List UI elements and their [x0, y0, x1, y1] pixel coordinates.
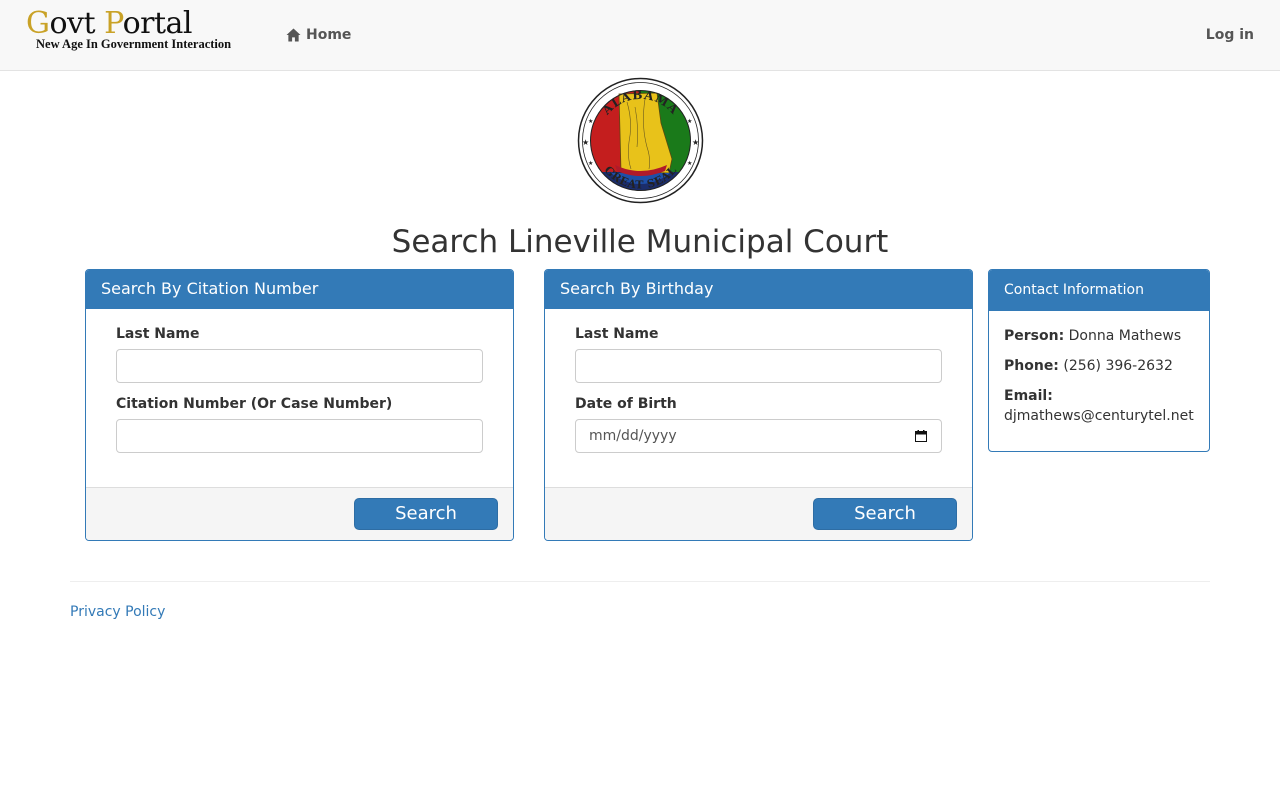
navbar: Govt Portal New Age In Government Intera… — [0, 0, 1280, 71]
svg-text:★: ★ — [588, 118, 593, 125]
contact-person: Person: Donna Mathews — [1004, 326, 1194, 346]
contact-email: Email: djmathews@centurytel.net — [1004, 386, 1194, 426]
date-of-birth-placeholder: mm/dd/yyyy — [589, 428, 677, 444]
citation-search-button[interactable]: Search — [354, 498, 498, 530]
brand-title-ortal: ortal — [122, 6, 193, 41]
contact-info-panel: Contact Information Person: Donna Mathew… — [988, 269, 1210, 452]
birthday-search-panel: Search By Birthday Last Name Date of Bir… — [544, 269, 973, 541]
date-of-birth-input[interactable]: mm/dd/yyyy — [575, 419, 942, 453]
birthday-last-name-label: Last Name — [575, 326, 659, 342]
contact-phone-label: Phone: — [1004, 358, 1059, 374]
nav-home-label: Home — [306, 27, 352, 43]
brand-title-p: P — [104, 6, 123, 41]
svg-text:★: ★ — [692, 138, 699, 147]
citation-panel-heading: Search By Citation Number — [86, 270, 513, 309]
contact-email-label: Email: — [1004, 388, 1053, 404]
citation-number-label: Citation Number (Or Case Number) — [116, 396, 393, 412]
svg-text:★: ★ — [588, 160, 593, 167]
home-icon — [286, 28, 301, 42]
contact-phone: Phone: (256) 396-2632 — [1004, 356, 1194, 376]
page-title: Search Lineville Municipal Court — [391, 224, 889, 260]
citation-number-input[interactable] — [116, 419, 483, 453]
svg-text:★: ★ — [582, 138, 589, 147]
date-of-birth-label: Date of Birth — [575, 396, 677, 412]
birthday-search-button[interactable]: Search — [813, 498, 957, 530]
svg-text:★: ★ — [687, 118, 692, 125]
citation-panel-footer: Search — [86, 487, 513, 540]
citation-last-name-input[interactable] — [116, 349, 483, 383]
citation-search-panel: Search By Citation Number Last Name Cita… — [85, 269, 514, 541]
brand-logo[interactable]: Govt Portal New Age In Government Intera… — [26, 6, 256, 56]
svg-text:★: ★ — [687, 160, 692, 167]
brand-title-ovt: ovt — [49, 6, 105, 41]
contact-email-value: djmathews@centurytel.net — [1004, 408, 1194, 424]
privacy-policy-link[interactable]: Privacy Policy — [70, 603, 165, 621]
citation-last-name-label: Last Name — [116, 326, 200, 342]
contact-phone-value: (256) 396-2632 — [1063, 358, 1173, 374]
footer-divider — [70, 581, 1210, 582]
brand-title-g: G — [26, 6, 50, 41]
birthday-last-name-input[interactable] — [575, 349, 942, 383]
nav-home-link[interactable]: Home — [286, 24, 351, 46]
alabama-seal-image: ALABAMA GREAT SEAL ★ ★ ★ ★ ★ ★ — [577, 77, 704, 204]
calendar-icon[interactable] — [915, 430, 927, 442]
brand-subtitle: New Age In Government Interaction — [36, 37, 232, 51]
birthday-panel-heading: Search By Birthday — [545, 270, 972, 309]
birthday-panel-footer: Search — [545, 487, 972, 540]
contact-person-label: Person: — [1004, 328, 1065, 344]
contact-panel-heading: Contact Information — [989, 270, 1209, 311]
login-link[interactable]: Log in — [1206, 24, 1254, 46]
contact-person-value: Donna Mathews — [1068, 328, 1182, 344]
